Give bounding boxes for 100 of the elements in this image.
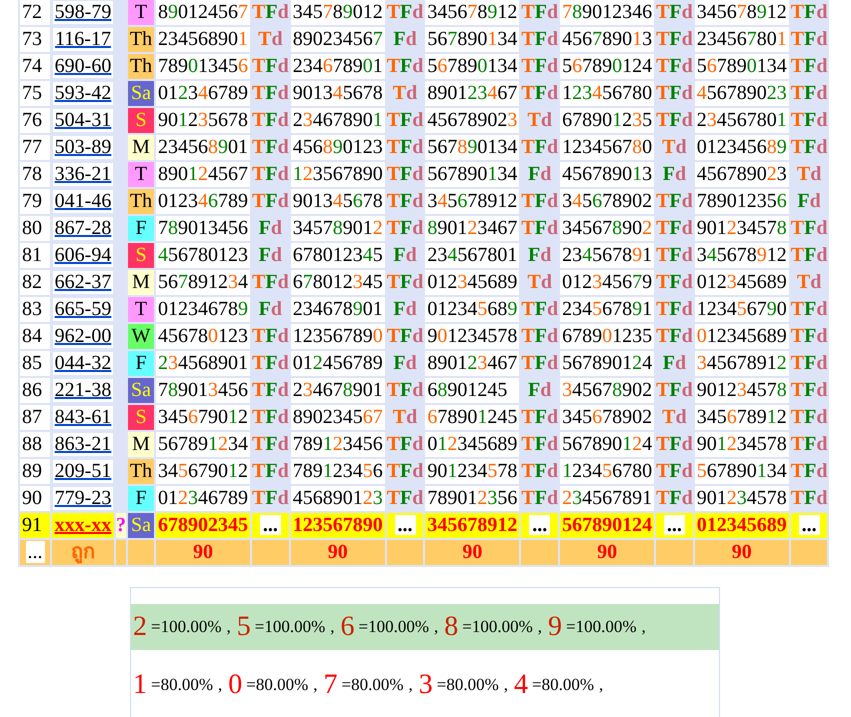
number-cell: 456780123	[156, 324, 250, 349]
number-cell: 345678912	[425, 0, 520, 25]
draw-link[interactable]: 690-60	[52, 55, 114, 78]
day-cell: F	[128, 216, 154, 241]
number-cell: 345678912	[694, 405, 789, 430]
number-cell: 123456790	[694, 297, 789, 322]
draw-link[interactable]: 221-38	[52, 379, 114, 402]
percentage: =80.00%	[246, 675, 308, 695]
separator: ,	[538, 617, 542, 637]
result-label: TFd	[790, 216, 828, 241]
separator: ,	[226, 617, 231, 637]
digit: 8	[444, 611, 458, 643]
more-button[interactable]: ...	[26, 541, 44, 563]
result-label: Td	[661, 135, 688, 160]
number-cell: 012345689	[694, 513, 789, 538]
result-label: Td	[257, 27, 284, 52]
draw-link[interactable]: 779-23	[52, 487, 114, 510]
digit: 4	[514, 669, 528, 701]
separator: ,	[504, 675, 508, 695]
percentage: =100.00%	[254, 617, 326, 637]
day-cell: Sa	[128, 513, 154, 538]
digit: 3	[418, 669, 433, 701]
number-cell: 234567891	[560, 243, 654, 268]
day-cell: S	[128, 243, 154, 268]
draw-link[interactable]: 867-28	[52, 217, 114, 240]
result-label: TFd	[790, 0, 828, 25]
draw-link[interactable]: 593-42	[52, 82, 114, 105]
draw-link[interactable]: 662-37	[52, 271, 114, 294]
number-cell: 456789013	[560, 162, 654, 187]
number-cell: 345678912	[425, 189, 520, 214]
more-button[interactable]: ...	[664, 515, 685, 535]
more-button[interactable]: ...	[394, 515, 416, 535]
number-cell: 890124567	[156, 162, 250, 187]
draw-link[interactable]: 843-61	[52, 406, 114, 429]
result-label: TFd	[790, 108, 828, 133]
result-label: TFd	[790, 351, 828, 376]
result-label: Fd	[258, 216, 284, 241]
result-label: Fd	[527, 243, 552, 268]
digit: 0	[228, 669, 242, 701]
more-button[interactable]: ...	[798, 515, 820, 535]
day-cell: M	[128, 135, 154, 160]
number-cell: 234567801	[694, 27, 789, 52]
more-button[interactable]: ...	[260, 515, 281, 535]
draw-link[interactable]: 209-51	[52, 460, 114, 483]
number-cell: 456789013	[560, 27, 654, 52]
draw-link[interactable]: 863-21	[52, 433, 114, 456]
count-value: 90	[462, 541, 482, 563]
unknown-mark: ?	[116, 513, 126, 538]
number-cell: 890123467	[425, 351, 520, 376]
result-label: TFd	[521, 486, 558, 511]
number-cell: 234567801	[425, 243, 520, 268]
number-cell: 567891234	[156, 270, 250, 295]
separator: ,	[218, 675, 222, 695]
number-cell: 345678912	[694, 0, 789, 25]
result-label: TFd	[252, 189, 289, 214]
separator: ,	[642, 617, 646, 637]
result-label: TFd	[252, 162, 289, 187]
number-cell: 123567890	[290, 324, 385, 349]
draw-link[interactable]: 041-46	[52, 190, 114, 213]
result-label: TFd	[252, 432, 289, 457]
draw-link[interactable]: 598-79	[52, 1, 114, 24]
day-cell: T	[128, 0, 154, 25]
result-label: TFd	[252, 81, 289, 106]
result-label: Fd	[527, 378, 552, 403]
draw-link[interactable]: 503-89	[52, 136, 114, 159]
result-label: Td	[526, 270, 553, 295]
draw-link[interactable]: 962-00	[52, 325, 114, 348]
number-cell: 012346789	[156, 81, 250, 106]
number-cell: 456789023	[694, 162, 789, 187]
draw-link[interactable]: 606-94	[52, 244, 114, 267]
day-cell: W	[128, 324, 154, 349]
result-label: TFd	[386, 54, 424, 79]
draw-link[interactable]: 504-31	[52, 109, 114, 132]
number-cell: 345678902	[560, 405, 654, 430]
number-cell: 901234578	[694, 216, 789, 241]
result-label: Td	[796, 270, 822, 295]
result-label: TFd	[656, 378, 693, 403]
number-cell: 890234567	[290, 27, 385, 52]
draw-link[interactable]: 116-17	[53, 28, 113, 51]
draw-link[interactable]: 665-59	[52, 298, 114, 321]
result-label: TFd	[252, 324, 289, 349]
result-label: TFd	[521, 81, 558, 106]
number-cell: 678902345	[156, 513, 250, 538]
draw-link[interactable]: 044-32	[52, 352, 114, 375]
number-cell: 567890134	[425, 54, 520, 79]
result-label: TFd	[252, 405, 289, 430]
number-cell: 789012356	[694, 189, 789, 214]
row-number: 78	[20, 162, 50, 187]
result-label: TFd	[656, 108, 693, 133]
correct-label: ถูก	[71, 541, 95, 563]
digit: 2	[133, 611, 147, 643]
more-button[interactable]: ...	[529, 515, 550, 535]
number-cell: 345678912	[425, 513, 520, 538]
number-cell: 789012356	[425, 486, 520, 511]
result-label: TFd	[386, 486, 424, 511]
draw-link[interactable]: 336-21	[52, 163, 114, 186]
result-label: TFd	[656, 459, 693, 484]
number-cell: 678901245	[425, 405, 520, 430]
result-label: TFd	[252, 54, 289, 79]
digit: 9	[548, 611, 562, 643]
